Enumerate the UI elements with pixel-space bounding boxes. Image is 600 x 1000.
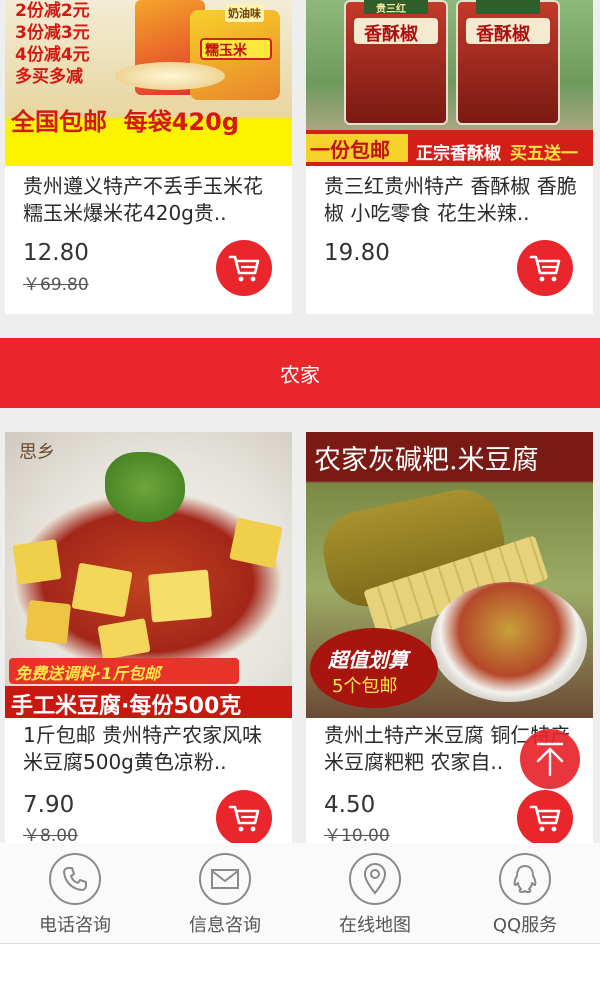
promo-banner-right: 正宗香酥椒: [416, 144, 501, 164]
section-title: 农家: [280, 362, 320, 387]
badge-line: 超值划算: [328, 648, 408, 672]
product-image[interactable]: 农家灰碱粑.米豆腐 超值划算 5个包邮: [306, 432, 593, 718]
back-to-top-button[interactable]: [520, 729, 580, 789]
product-original-price: ￥69.80: [23, 275, 89, 295]
product-card[interactable]: 贵三红 香酥椒 香酥椒 一份包邮 正宗香酥椒 买五送一 贵三红贵州特产 香酥椒 …: [306, 0, 593, 314]
qq-penguin-icon: [499, 853, 551, 905]
product-title[interactable]: 1斤包邮 贵州特产农家风味米豆腐500g黄色凉粉..: [23, 722, 278, 776]
add-to-cart-button[interactable]: [216, 790, 272, 846]
nav-label: 在线地图: [339, 915, 411, 936]
bag-tag: 奶油味: [225, 4, 264, 22]
envelope-icon: [199, 853, 251, 905]
nav-label: 信息咨询: [189, 915, 261, 936]
promo-banner-left: 一份包邮: [310, 138, 390, 162]
promo-line: 3份减3元: [15, 23, 90, 43]
image-header: 农家灰碱粑.米豆腐: [314, 445, 539, 476]
product-image[interactable]: 糯玉米 奶油味 2份减2元 3份减3元 4份减4元 多买多减 全国包邮 每袋42…: [5, 0, 292, 166]
promo-line: 多买多减: [15, 67, 83, 87]
promo-banner-right-highlight: 买五送一: [510, 144, 578, 164]
shopping-cart-icon: [529, 255, 561, 282]
promo-line: 2份减2元: [15, 1, 90, 21]
arrow-up-icon: [536, 742, 564, 777]
phone-icon: [49, 853, 101, 905]
map-pin-icon: [349, 853, 401, 905]
promo-line: 4份减4元: [15, 45, 90, 65]
add-to-cart-button[interactable]: [216, 240, 272, 296]
promo-line: 免费送调料·1斤包邮: [15, 664, 161, 683]
add-to-cart-button[interactable]: [517, 240, 573, 296]
nav-qq-service[interactable]: QQ服务: [450, 843, 600, 944]
product-image[interactable]: 思乡 免费送调料·1斤包邮 手工米豆腐·每份500克: [5, 432, 292, 718]
section-header[interactable]: 农家: [0, 338, 600, 408]
bottom-nav: 电话咨询 信息咨询 在线地图 QQ服务: [0, 843, 600, 944]
nav-message-consult[interactable]: 信息咨询: [150, 843, 300, 944]
product-title[interactable]: 贵州遵义特产不丢手玉米花糯玉米爆米花420g贵..: [23, 173, 278, 227]
jar-label: 香酥椒: [364, 24, 418, 45]
product-price: 19.80: [324, 240, 390, 266]
jar-brand: 贵三红: [376, 4, 406, 15]
product-title[interactable]: 贵三红贵州特产 香酥椒 香脆椒 小吃零食 花生米辣..: [324, 173, 579, 227]
jar-label: 香酥椒: [476, 24, 530, 45]
promo-banner: 全国包邮 每袋420g: [11, 108, 239, 136]
nav-online-map[interactable]: 在线地图: [300, 843, 450, 944]
shopping-cart-icon: [529, 805, 561, 832]
promo-banner: 手工米豆腐·每份500克: [11, 694, 242, 718]
nav-phone-consult[interactable]: 电话咨询: [0, 843, 150, 944]
nav-label: QQ服务: [492, 915, 558, 936]
product-card[interactable]: 思乡 免费送调料·1斤包邮 手工米豆腐·每份500克 1斤包邮 贵州特产农家风味…: [5, 432, 292, 846]
product-image[interactable]: 贵三红 香酥椒 香酥椒 一份包邮 正宗香酥椒 买五送一: [306, 0, 593, 166]
badge-line: 5个包邮: [332, 676, 398, 697]
product-price: 12.80: [23, 240, 89, 266]
nav-label: 电话咨询: [39, 915, 111, 936]
add-to-cart-button[interactable]: [517, 790, 573, 846]
footer-blank: [0, 944, 600, 1000]
product-card[interactable]: 糯玉米 奶油味 2份减2元 3份减3元 4份减4元 多买多减 全国包邮 每袋42…: [5, 0, 292, 314]
product-price: 4.50: [324, 792, 376, 818]
product-price: 7.90: [23, 792, 75, 818]
brand-mark: 思乡: [19, 442, 55, 463]
shopping-cart-icon: [228, 255, 260, 282]
bag-label: 糯玉米: [205, 43, 247, 59]
shopping-cart-icon: [228, 805, 260, 832]
